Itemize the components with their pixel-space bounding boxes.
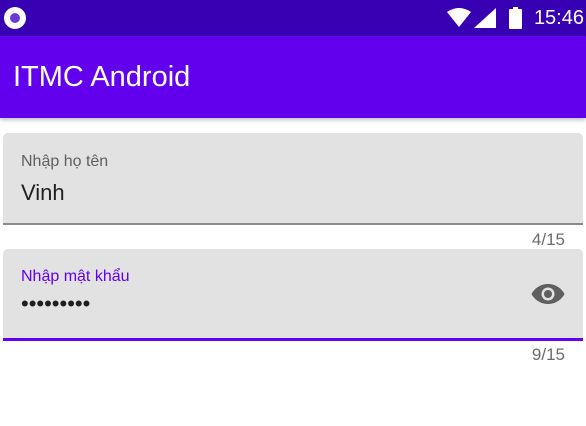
password-field-label: Nhập mật khẩu bbox=[21, 268, 130, 285]
app-notification-icon bbox=[4, 7, 26, 29]
password-field-value[interactable]: ••••••••• bbox=[21, 291, 90, 317]
wifi-icon bbox=[447, 8, 471, 27]
app-title: ITMC Android bbox=[13, 61, 191, 93]
name-field-value[interactable]: Vinh bbox=[21, 180, 65, 206]
status-time: 15:46 bbox=[533, 7, 584, 29]
eye-icon[interactable] bbox=[531, 282, 565, 306]
name-field[interactable]: Nhập họ tên Vinh bbox=[3, 133, 583, 225]
app-bar: ITMC Android bbox=[0, 36, 586, 118]
signal-icon bbox=[474, 8, 496, 28]
status-bar: 15:46 bbox=[0, 0, 586, 36]
password-char-counter: 9/15 bbox=[531, 345, 565, 364]
name-char-counter: 4/15 bbox=[531, 230, 565, 249]
password-field[interactable]: Nhập mật khẩu ••••••••• bbox=[3, 249, 583, 341]
battery-icon bbox=[509, 7, 522, 29]
name-field-label: Nhập họ tên bbox=[21, 153, 109, 170]
